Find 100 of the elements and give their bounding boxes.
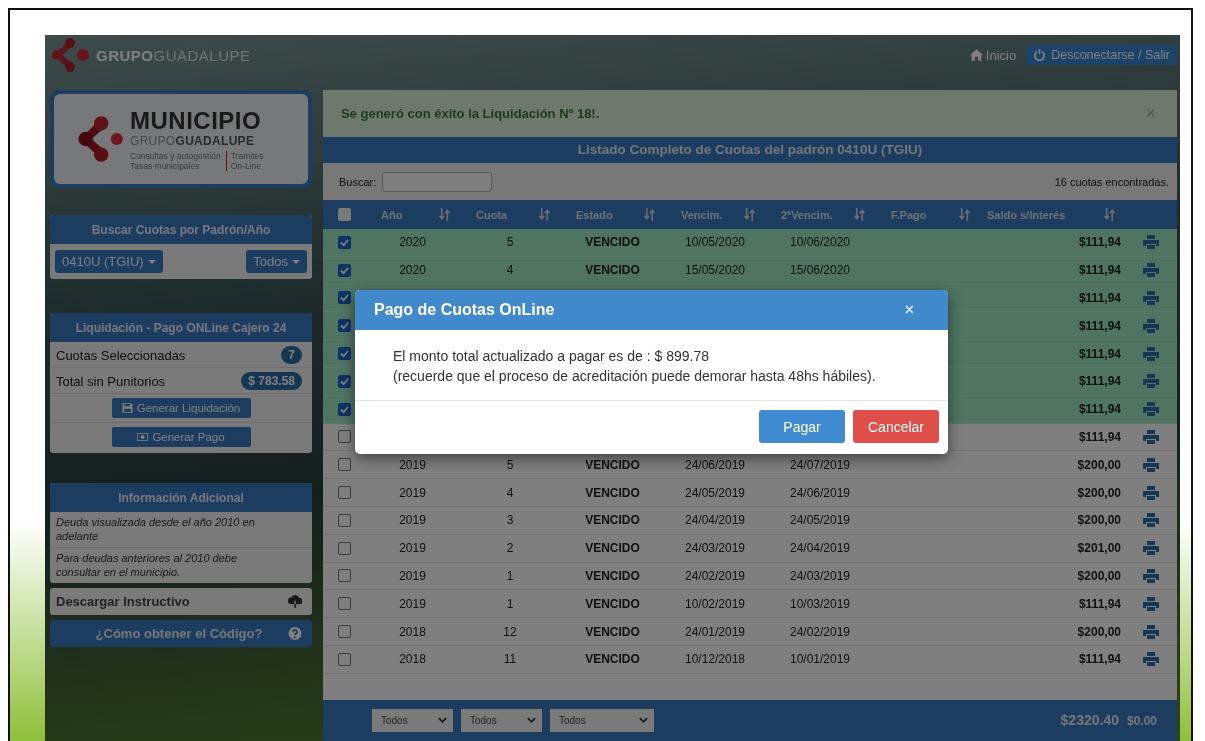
row-checkbox[interactable] [337,458,351,472]
row-checkbox[interactable] [337,291,351,305]
table-cell: $111,94 [1078,596,1121,611]
table-cell: 5 [506,457,514,472]
filter-select[interactable]: Todos [461,708,542,732]
home-link[interactable]: Inicio [969,47,1017,63]
dialog-title: Pago de Cuotas OnLine [374,301,555,319]
logo-icon [76,115,124,163]
column-header[interactable]: F.Pago [891,208,927,221]
save-icon [121,403,133,413]
sort-icon[interactable] [644,208,655,221]
generate-payment-button[interactable]: Generar Pago [111,427,251,447]
table-cell: 10/02/2019 [684,596,746,611]
close-button[interactable]: × [898,300,920,320]
printer-icon[interactable] [1143,652,1159,667]
table-cell: VENCIDO [585,485,640,500]
select-all-checkbox[interactable] [337,208,351,221]
row-checkbox[interactable] [337,513,351,527]
table-cell: 24/06/2019 [789,485,851,500]
printer-icon[interactable] [1143,568,1159,583]
count-badge: $ 783.58 [241,372,302,390]
row-checkbox[interactable] [337,652,351,666]
sort-icon[interactable] [959,208,970,221]
chevron-icon [639,717,648,724]
cancel-button[interactable]: Cancelar [853,410,939,443]
printer-icon[interactable] [1143,374,1159,389]
table-cell: 2018 [399,624,426,639]
table-cell: $111,94 [1078,429,1121,444]
table-cell: 2019 [399,596,426,611]
printer-icon[interactable] [1143,624,1159,639]
table-cell: 11 [503,652,517,667]
printer-icon[interactable] [1143,429,1159,444]
printer-icon[interactable] [1143,291,1159,305]
printer-icon[interactable] [1143,513,1159,528]
row-checkbox[interactable] [337,625,351,639]
alert-message: Se generó con éxito la Liquidación Nº 18!. [341,106,600,121]
table-cell: 24/04/2019 [789,541,851,556]
sort-icon[interactable] [854,208,865,221]
column-header[interactable]: 2ºVencim. [781,208,833,221]
sort-icon[interactable] [744,208,755,221]
table-cell: 24/06/2019 [684,457,746,472]
printer-icon[interactable] [1143,485,1159,500]
question-icon [288,627,302,640]
dialog-message: (recuerde que el proceso de acreditación puede demorar hasta 48hs hábiles). [393,367,877,386]
row-checkbox[interactable] [337,541,351,555]
sort-icon[interactable] [539,208,550,221]
filter-select[interactable]: Todos [550,708,654,732]
total-amount: $2320.40 [1060,712,1119,729]
row-checkbox[interactable] [337,402,351,416]
table-cell: $200,00 [1077,624,1121,639]
row-checkbox[interactable] [337,263,351,277]
logout-button[interactable]: Desconectarse / Salir [1026,45,1177,65]
table-cell: $200,00 [1077,485,1121,500]
table-cell: 24/05/2019 [684,485,746,500]
row-checkbox[interactable] [337,347,351,361]
printer-icon[interactable] [1143,318,1159,333]
column-header[interactable]: Vencim. [681,208,723,221]
list-label: Cuotas Seleccionadas [56,347,186,363]
table-cell: VENCIDO [585,263,640,278]
help-link[interactable]: ¿Cómo obtener el Código? [50,620,312,647]
row-checkbox[interactable] [337,569,351,583]
row-checkbox[interactable] [337,374,351,388]
printer-icon[interactable] [1143,457,1159,472]
table-cell: $200,00 [1077,568,1121,583]
column-header[interactable]: Año [381,208,403,221]
column-header[interactable]: Estado [576,208,613,221]
download-link[interactable]: Descargar Instructivo [50,588,312,615]
info-note: Deuda visualizada desde el año 2010 en adelante [50,512,312,548]
row-checkbox[interactable] [337,430,351,444]
filter-select[interactable]: Todos [372,708,453,732]
power-icon [1033,49,1047,61]
printer-icon[interactable] [1143,402,1159,417]
printer-icon[interactable] [1143,263,1159,278]
year-dropdown[interactable]: Todos [246,250,307,273]
row-checkbox[interactable] [337,486,351,500]
close-button[interactable]: × [1139,102,1162,125]
sort-icon[interactable] [1104,208,1115,221]
generate-settlement-button[interactable]: Generar Liquidación [111,398,251,418]
column-header[interactable]: Cuota [476,208,508,221]
pay-button[interactable]: Pagar [759,410,845,443]
row-checkbox[interactable] [337,319,351,333]
sort-icon[interactable] [439,208,450,221]
chevron-icon [527,717,536,724]
search-field[interactable] [382,171,493,192]
table-cell: 15/05/2020 [684,263,746,278]
printer-icon[interactable] [1143,541,1159,556]
table-cell: 2019 [399,457,426,472]
table-cell: 2019 [399,568,426,583]
row-checkbox[interactable] [337,235,351,249]
printer-icon[interactable] [1143,596,1159,611]
column-header[interactable]: Saldo s/Interés [987,208,1066,221]
row-checkbox[interactable] [337,597,351,611]
printer-icon[interactable] [1143,235,1159,250]
padron-dropdown[interactable]: 0410U (TGIU) [55,250,163,273]
cloud-download-icon [288,595,302,608]
table-cell: 4 [506,485,514,500]
municipio-subtitle: GRUPOGUADALUPE [130,133,256,148]
table-cell: 2020 [399,235,426,250]
printer-icon[interactable] [1143,346,1159,361]
table-cell: 10/01/2019 [789,652,851,667]
